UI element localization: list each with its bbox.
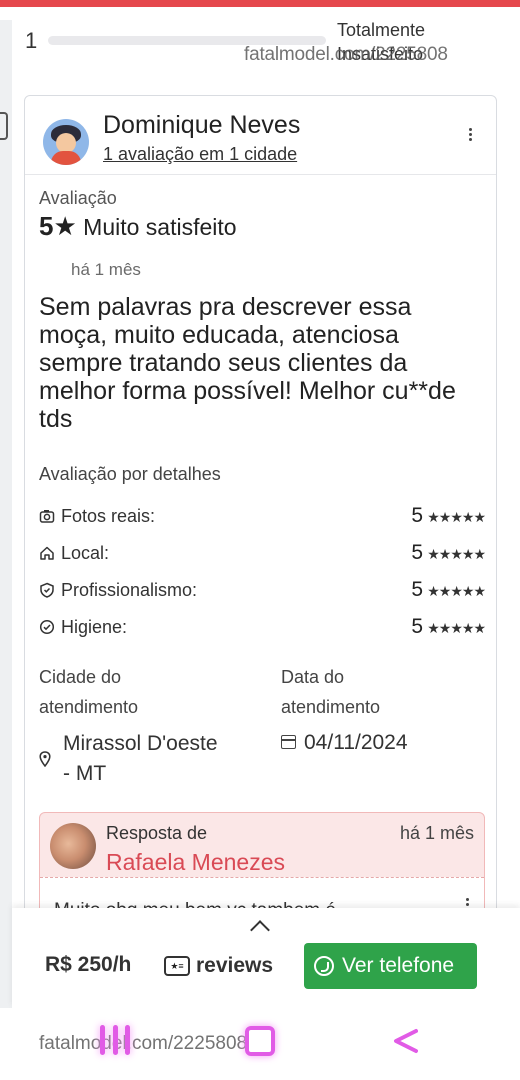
rating-value: 5★ Muito satisfeito [39, 211, 237, 242]
detail-score: 5 [411, 578, 423, 601]
watermark-bottom: fatalmodel.com/2225808 [39, 1033, 248, 1054]
detail-score: 5 [411, 504, 423, 527]
header-divider [25, 174, 496, 175]
reviewer-name[interactable]: Dominique Neves [103, 111, 300, 140]
view-phone-button[interactable]: Ver telefone [304, 943, 477, 989]
detail-label: Local: [61, 543, 110, 563]
price-label: R$ 250/h [45, 953, 132, 976]
rating-score: 5★ [39, 211, 77, 241]
whatsapp-icon [314, 956, 334, 976]
detail-stars: ★★★★★ [427, 509, 486, 525]
home-button-icon[interactable] [245, 1026, 275, 1056]
city-label-line-2: atendimento [39, 697, 139, 717]
city-value: Mirassol D'oeste - MT [63, 729, 218, 789]
previous-card-icon [0, 112, 8, 140]
detail-label: Profissionalismo: [61, 580, 198, 600]
recent-apps-icon[interactable] [100, 1025, 130, 1055]
back-arrow-icon[interactable] [392, 1028, 418, 1054]
status-line-1: Totalmente [337, 20, 426, 40]
more-options-icon[interactable] [466, 126, 474, 144]
detail-stars: ★★★★★ [427, 583, 486, 599]
review-time: há 1 mês [71, 260, 141, 279]
location-pin-icon [39, 751, 51, 767]
detail-label: Higiene: [61, 617, 128, 637]
previous-card-edge [0, 20, 12, 1010]
check-circle-icon [39, 619, 55, 635]
rating-label: Avaliação [39, 188, 117, 208]
date-value: 04/11/2024 [304, 731, 408, 754]
watermark-top: fatalmodel.com/2225808 [244, 44, 448, 65]
detail-stars: ★★★★★ [427, 620, 486, 636]
detail-row-local: Local: 5 ★★★★★ [39, 541, 486, 567]
rating-text: Muito satisfeito [83, 214, 237, 240]
detail-stars: ★★★★★ [427, 546, 486, 562]
chevron-up-icon[interactable] [250, 920, 270, 940]
calendar-icon [281, 735, 296, 749]
detail-score: 5 [411, 541, 423, 564]
page-number: 1 [25, 28, 38, 53]
city-line-2: - MT [63, 762, 107, 785]
detail-row-higiene: Higiene: 5 ★★★★★ [39, 615, 486, 641]
date-label-line-1: Data do [281, 667, 345, 687]
detail-label: Fotos reais: [61, 506, 156, 526]
avatar-shirt [51, 151, 81, 165]
date-label: Data do atendimento [281, 662, 380, 722]
reviews-label: reviews [196, 954, 274, 977]
review-card: Dominique Neves 1 avaliação em 1 cidade … [24, 95, 497, 1015]
reply-time: há 1 mês [399, 823, 474, 843]
reviewer-avatar[interactable] [43, 119, 89, 165]
reply-author-name[interactable]: Rafaela Menezes [106, 849, 285, 876]
reviewer-reviews-link[interactable]: 1 avaliação em 1 cidade [103, 144, 297, 165]
detail-score: 5 [411, 615, 423, 638]
reviews-button[interactable]: ★≡ reviews [164, 948, 273, 984]
shield-icon [39, 582, 55, 598]
date-label-line-2: atendimento [281, 697, 381, 717]
detail-row-fotos: Fotos reais: 5 ★★★★★ [39, 504, 486, 530]
top-accent-bar [0, 0, 520, 7]
camera-icon [39, 508, 55, 524]
reply-avatar[interactable] [50, 823, 96, 869]
bottom-action-bar: R$ 250/h ★≡ reviews Ver telefone [12, 908, 520, 1008]
city-label-line-1: Cidade do [39, 667, 122, 687]
detail-row-profissionalismo: Profissionalismo: 5 ★★★★★ [39, 578, 486, 604]
home-icon [39, 545, 55, 561]
reviews-icon: ★≡ [164, 956, 190, 976]
avatar-face [56, 133, 76, 153]
review-text: Sem palavras pra descrever essa moça, mu… [39, 293, 456, 433]
reply-label: Resposta de [106, 823, 208, 843]
view-phone-label: Ver telefone [342, 954, 455, 977]
details-title: Avaliação por detalhes [39, 464, 221, 484]
city-line-1: Mirassol D'oeste [63, 732, 218, 755]
city-label: Cidade do atendimento [39, 662, 138, 722]
